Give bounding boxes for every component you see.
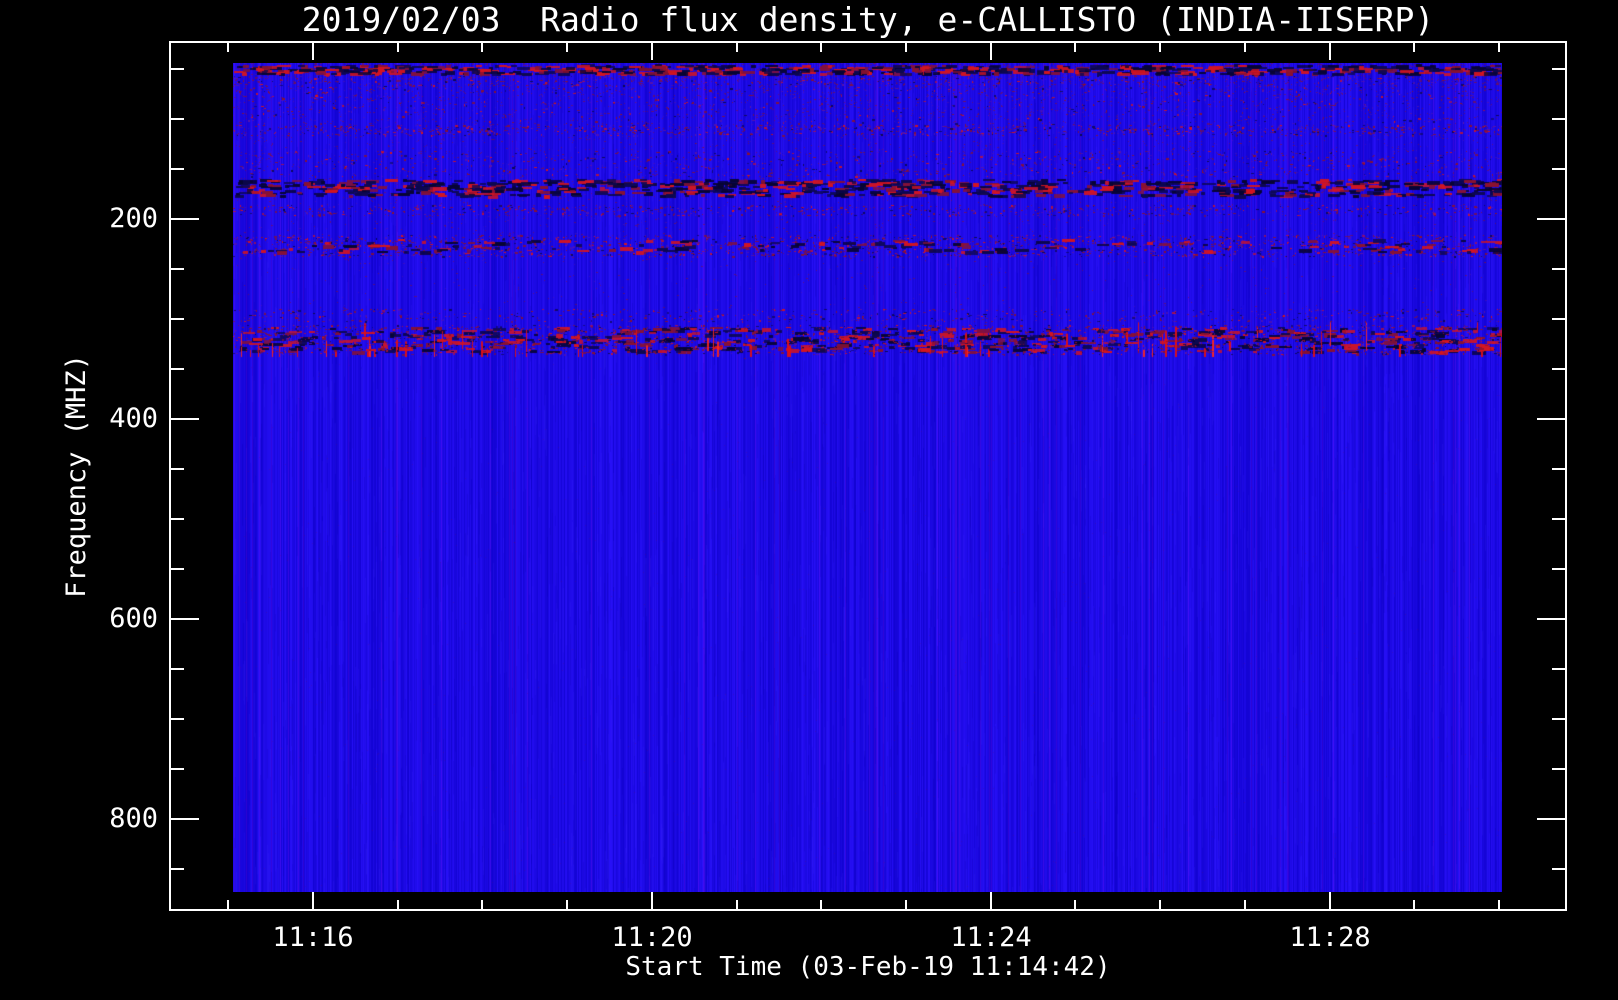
- y-tick-label: 600: [109, 603, 158, 634]
- y-major-tick: [1537, 618, 1565, 620]
- y-major-tick: [171, 818, 199, 820]
- x-minor-tick: [1413, 900, 1415, 909]
- y-tick-label: 200: [109, 203, 158, 234]
- y-minor-tick: [1552, 268, 1565, 270]
- x-minor-tick: [397, 43, 399, 52]
- y-minor-tick: [171, 268, 184, 270]
- y-minor-tick: [1552, 868, 1565, 870]
- x-major-tick: [1329, 892, 1331, 909]
- y-tick-label: 800: [109, 803, 158, 834]
- x-minor-tick: [481, 43, 483, 52]
- y-major-tick: [171, 418, 199, 420]
- y-minor-tick: [1552, 568, 1565, 570]
- x-major-tick: [990, 43, 992, 60]
- y-minor-tick: [1552, 118, 1565, 120]
- x-tick-label: 11:28: [1289, 922, 1371, 953]
- x-minor-tick: [481, 900, 483, 909]
- y-minor-tick: [171, 468, 184, 470]
- y-minor-tick: [171, 518, 184, 520]
- x-minor-tick: [397, 900, 399, 909]
- y-axis-label: Frequency (MHZ): [61, 354, 92, 598]
- x-major-tick: [1329, 43, 1331, 60]
- x-minor-tick: [1074, 900, 1076, 909]
- x-minor-tick: [1413, 43, 1415, 52]
- x-minor-tick: [820, 900, 822, 909]
- x-major-tick: [312, 892, 314, 909]
- x-major-tick: [651, 892, 653, 909]
- y-minor-tick: [171, 368, 184, 370]
- y-minor-tick: [171, 318, 184, 320]
- x-major-tick: [990, 892, 992, 909]
- page-title: 2019/02/03 Radio flux density, e-CALLIST…: [301, 0, 1435, 39]
- x-major-tick: [312, 43, 314, 60]
- x-minor-tick: [736, 900, 738, 909]
- y-minor-tick: [1552, 168, 1565, 170]
- y-major-tick: [1537, 418, 1565, 420]
- y-major-tick: [1537, 218, 1565, 220]
- y-minor-tick: [171, 718, 184, 720]
- x-tick-label: 11:24: [950, 922, 1032, 953]
- y-major-tick: [171, 218, 199, 220]
- y-minor-tick: [171, 668, 184, 670]
- x-minor-tick: [905, 43, 907, 52]
- y-major-tick: [171, 618, 199, 620]
- y-minor-tick: [171, 168, 184, 170]
- callisto-spectrogram-window: 2019/02/03 Radio flux density, e-CALLIST…: [0, 0, 1618, 1000]
- y-minor-tick: [1552, 318, 1565, 320]
- y-minor-tick: [171, 568, 184, 570]
- y-minor-tick: [1552, 68, 1565, 70]
- x-major-tick: [651, 43, 653, 60]
- spectrogram-image: [233, 63, 1502, 892]
- x-minor-tick: [566, 900, 568, 909]
- x-tick-label: 11:20: [611, 922, 693, 953]
- x-minor-tick: [1498, 900, 1500, 909]
- x-tick-label: 11:16: [272, 922, 354, 953]
- x-axis-label: Start Time (03-Feb-19 11:14:42): [625, 952, 1111, 982]
- y-minor-tick: [171, 68, 184, 70]
- x-minor-tick: [1074, 43, 1076, 52]
- y-minor-tick: [1552, 468, 1565, 470]
- y-minor-tick: [171, 768, 184, 770]
- y-minor-tick: [171, 868, 184, 870]
- x-minor-tick: [227, 900, 229, 909]
- x-minor-tick: [736, 43, 738, 52]
- y-minor-tick: [171, 118, 184, 120]
- x-minor-tick: [1244, 900, 1246, 909]
- y-minor-tick: [1552, 668, 1565, 670]
- y-minor-tick: [1552, 768, 1565, 770]
- x-minor-tick: [1159, 900, 1161, 909]
- x-minor-tick: [820, 43, 822, 52]
- x-minor-tick: [1159, 43, 1161, 52]
- y-minor-tick: [1552, 718, 1565, 720]
- y-minor-tick: [1552, 368, 1565, 370]
- x-minor-tick: [1498, 43, 1500, 52]
- x-minor-tick: [566, 43, 568, 52]
- y-major-tick: [1537, 818, 1565, 820]
- x-minor-tick: [905, 900, 907, 909]
- x-minor-tick: [227, 43, 229, 52]
- x-minor-tick: [1244, 43, 1246, 52]
- y-minor-tick: [1552, 518, 1565, 520]
